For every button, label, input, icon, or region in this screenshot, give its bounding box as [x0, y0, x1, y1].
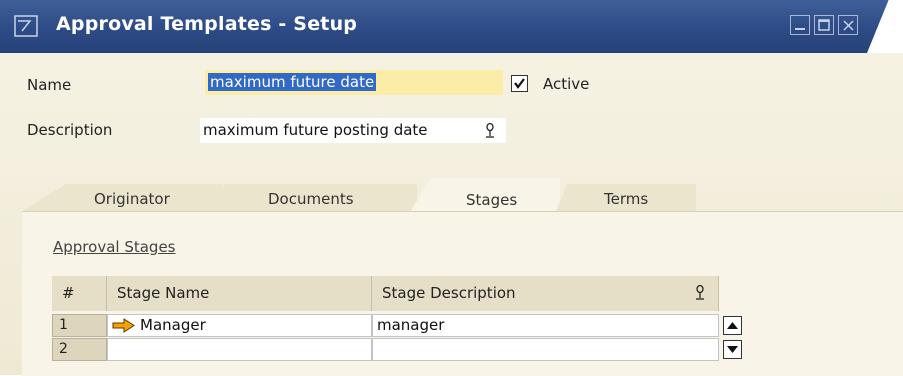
name-value: maximum future date [208, 73, 377, 91]
tab-originator-label: Originator [94, 190, 170, 208]
pin-icon[interactable] [694, 284, 706, 301]
tab-terms-label: Terms [604, 190, 649, 208]
table-row[interactable]: 1 Manager manager [52, 314, 744, 338]
close-button[interactable] [838, 15, 858, 35]
column-header-stage-description[interactable]: Stage Description [372, 276, 719, 311]
form-icon [14, 15, 38, 37]
description-label: Description [27, 121, 113, 139]
tab-stages[interactable]: Stages [410, 178, 560, 212]
link-arrow-icon[interactable] [112, 318, 136, 333]
stage-description-header-label: Stage Description [382, 284, 516, 302]
pin-icon[interactable] [484, 122, 496, 139]
stage-name-value: Manager [140, 316, 206, 334]
row-number: 1 [52, 314, 107, 337]
stage-description-cell[interactable] [372, 338, 719, 361]
description-value: maximum future posting date [203, 121, 428, 139]
title-bar-corner [867, 0, 903, 53]
stage-name-cell[interactable]: Manager [107, 314, 372, 337]
minimize-icon [795, 28, 805, 30]
scroll-up-button[interactable] [723, 316, 742, 335]
tab-documents[interactable]: Documents [212, 184, 417, 211]
approval-stages-title: Approval Stages [53, 238, 176, 256]
active-label: Active [543, 75, 590, 93]
minimize-button[interactable] [790, 15, 810, 35]
title-bar: Approval Templates - Setup [0, 0, 903, 53]
active-checkbox[interactable] [511, 75, 528, 92]
window-title: Approval Templates - Setup [56, 13, 358, 35]
checkmark-icon [514, 78, 525, 89]
column-header-stage-name[interactable]: Stage Name [107, 276, 372, 311]
stage-name-cell[interactable] [107, 338, 372, 361]
scroll-down-button[interactable] [723, 340, 742, 359]
tab-documents-label: Documents [268, 190, 354, 208]
stage-description-cell[interactable]: manager [372, 314, 719, 337]
maximize-icon [818, 19, 830, 31]
arrow-down-icon [727, 346, 738, 353]
name-label: Name [27, 76, 72, 94]
tab-stages-label: Stages [466, 191, 518, 209]
tab-terms[interactable]: Terms [556, 184, 696, 211]
table-row[interactable]: 2 [52, 338, 744, 362]
arrow-up-icon [727, 322, 738, 329]
maximize-button[interactable] [814, 15, 834, 35]
name-field[interactable]: maximum future date [205, 70, 503, 95]
description-field[interactable]: maximum future posting date [200, 118, 506, 143]
close-icon [843, 20, 854, 31]
row-number: 2 [52, 338, 107, 361]
column-header-number[interactable]: # [52, 276, 107, 311]
